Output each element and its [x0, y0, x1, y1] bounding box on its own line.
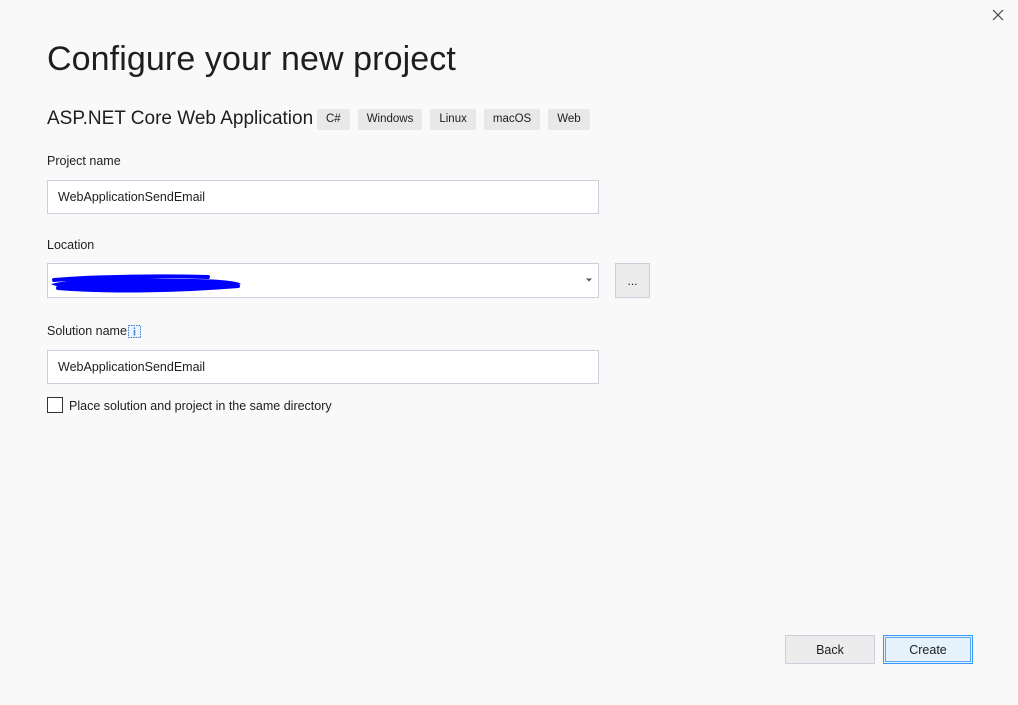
- browse-button[interactable]: ...: [615, 263, 650, 298]
- close-icon: [992, 9, 1004, 21]
- template-name: ASP.NET Core Web Application: [47, 108, 314, 129]
- location-combobox[interactable]: [47, 263, 599, 298]
- info-icon[interactable]: [128, 325, 141, 338]
- back-button[interactable]: Back: [785, 635, 875, 664]
- page-title: Configure your new project: [47, 40, 456, 78]
- solution-name-input[interactable]: [48, 351, 598, 383]
- tag-windows: Windows: [357, 109, 423, 130]
- template-tags: C# Windows Linux macOS Web: [317, 109, 590, 130]
- chevron-down-icon[interactable]: [583, 274, 595, 286]
- same-directory-label[interactable]: Place solution and project in the same d…: [69, 399, 332, 413]
- create-button[interactable]: Create: [883, 635, 973, 664]
- project-name-input[interactable]: [48, 181, 598, 213]
- tag-web: Web: [548, 109, 590, 130]
- tag-csharp: C#: [317, 109, 350, 130]
- same-directory-checkbox[interactable]: [47, 397, 63, 413]
- tag-linux: Linux: [430, 109, 476, 130]
- redaction-scribble: [51, 274, 241, 293]
- location-label: Location: [47, 238, 95, 252]
- project-name-field: [47, 180, 599, 214]
- tag-macos: macOS: [483, 109, 541, 130]
- solution-name-field: [47, 350, 599, 384]
- solution-name-label: Solution name: [47, 324, 127, 338]
- close-button[interactable]: [986, 4, 1010, 26]
- project-name-label: Project name: [47, 154, 121, 168]
